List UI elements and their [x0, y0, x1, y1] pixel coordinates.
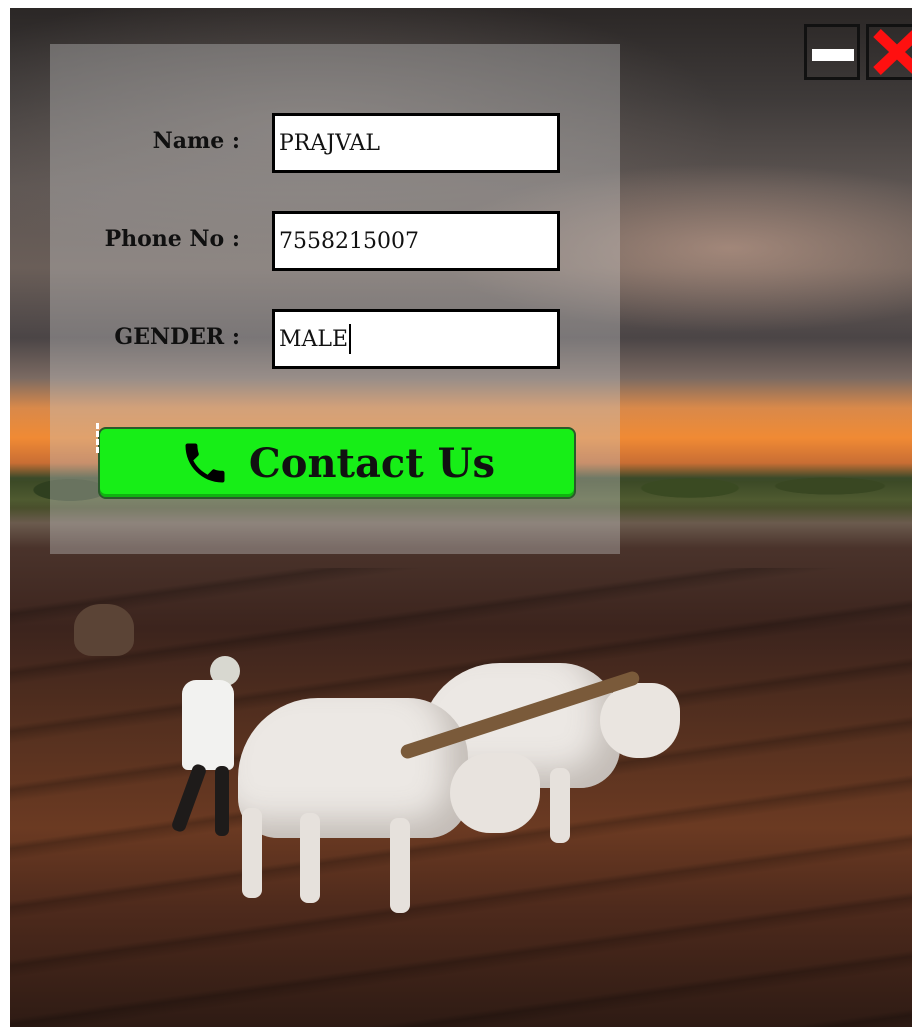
- gender-input-value: MALE: [279, 326, 349, 352]
- gender-label: GENDER :: [114, 324, 240, 350]
- contact-us-button[interactable]: Contact Us: [96, 423, 576, 499]
- name-input-value: PRAJVAL: [279, 130, 380, 156]
- ox-leg: [242, 808, 262, 898]
- ox-leg: [550, 768, 570, 843]
- gender-input[interactable]: MALE: [272, 309, 560, 369]
- name-label: Name :: [152, 128, 240, 154]
- ox-front-head: [450, 753, 540, 833]
- contact-us-label: Contact Us: [248, 439, 496, 487]
- minimize-icon: [812, 49, 854, 61]
- farmer-leg: [215, 766, 229, 836]
- name-input[interactable]: PRAJVAL: [272, 113, 560, 173]
- phone-label: Phone No :: [104, 226, 240, 252]
- close-icon: [873, 29, 912, 75]
- ox-leg: [390, 818, 410, 913]
- ox-back-head: [600, 683, 680, 758]
- phone-input[interactable]: 7558215007: [272, 211, 560, 271]
- phone-input-value: 7558215007: [279, 228, 419, 254]
- close-button[interactable]: [866, 24, 912, 80]
- app-window: Name : PRAJVAL Phone No : 7558215007 GEN…: [10, 8, 912, 1027]
- background-rock: [74, 604, 134, 656]
- text-caret: [349, 324, 352, 354]
- ox-leg: [300, 813, 320, 903]
- focus-indicator: [96, 423, 106, 453]
- minimize-button[interactable]: [804, 24, 860, 80]
- phone-icon: [185, 443, 225, 483]
- form-panel: Name : PRAJVAL Phone No : 7558215007 GEN…: [50, 44, 620, 554]
- ox-front: [238, 698, 468, 838]
- farmer-body: [182, 680, 234, 770]
